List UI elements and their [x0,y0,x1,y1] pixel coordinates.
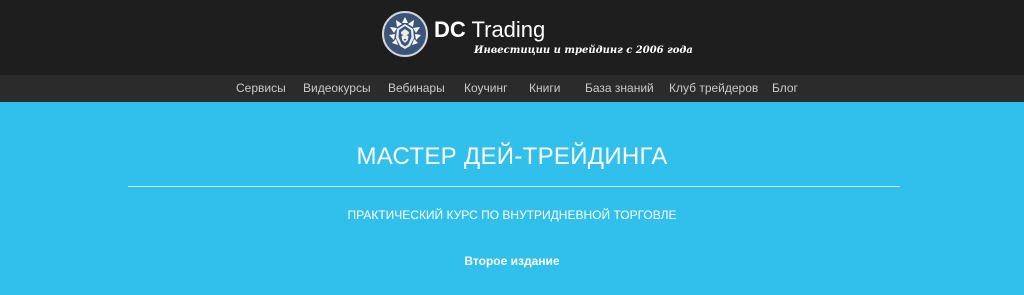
brand-name: DC Trading [434,19,545,41]
hero-divider [128,186,900,187]
nav-item-coaching[interactable]: Коучинг [464,75,508,102]
hero-edition-label: Второе издание [464,254,560,268]
hero-subtitle: ПРАКТИЧЕСКИЙ КУРС ПО ВНУТРИДНЕВНОЙ ТОРГО… [347,208,677,222]
brand-tagline: Инвестиции и трейдинг с 2006 года [474,45,693,56]
nav-item-webinars[interactable]: Вебинары [388,75,445,102]
main-nav: Сервисы Видеокурсы Вебинары Коучинг Книг… [0,75,1024,102]
lion-head-icon [382,11,428,57]
site-header: DC Trading Инвестиции и трейдинг с 2006 … [0,0,1024,75]
nav-item-traders-club[interactable]: Клуб трейдеров [669,75,758,102]
brand-name-bold: DC [434,17,466,42]
brand-name-rest: Trading [465,17,546,42]
hero-title: МАСТЕР ДЕЙ-ТРЕЙДИНГА [356,143,668,170]
nav-item-knowledge-base[interactable]: База знаний [585,75,654,102]
nav-item-video-courses[interactable]: Видеокурсы [303,75,371,102]
nav-item-blog[interactable]: Блог [772,75,798,102]
nav-item-services[interactable]: Сервисы [236,75,286,102]
nav-item-books[interactable]: Книги [529,75,560,102]
